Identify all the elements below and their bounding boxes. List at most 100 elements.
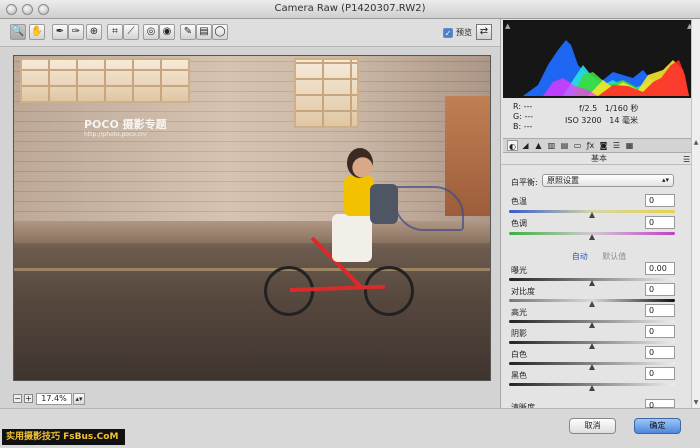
- tab-hsl-icon[interactable]: ▥: [546, 140, 557, 151]
- preview-toggle[interactable]: ✓ 预览: [443, 27, 472, 38]
- aperture: f/2.5: [579, 104, 598, 113]
- auto-link[interactable]: 自动: [572, 252, 588, 261]
- site-watermark: 实用摄影技巧 FsBus.CoM: [2, 429, 125, 445]
- contrast-label: 对比度: [511, 287, 535, 296]
- shadows-slider-thumb[interactable]: [589, 343, 595, 349]
- white-balance-select[interactable]: 原照设置 ▴▾: [542, 174, 674, 187]
- red-eye-tool-icon[interactable]: ◉: [159, 24, 175, 40]
- blacks-slider-thumb[interactable]: [589, 385, 595, 391]
- tab-lens-corrections-icon[interactable]: ▭: [572, 140, 583, 151]
- contrast-input[interactable]: 0: [645, 283, 675, 296]
- tab-basic-icon[interactable]: ◐: [507, 140, 518, 151]
- zoom-status-bar: − + 17.4% ▴▾: [0, 390, 500, 408]
- clarity-input[interactable]: 0: [645, 399, 675, 410]
- tab-snapshots-icon[interactable]: ▦: [624, 140, 635, 151]
- exposure-label: 曝光: [511, 266, 527, 275]
- whites-input[interactable]: 0: [645, 346, 675, 359]
- tab-effects-icon[interactable]: ƒx: [585, 140, 596, 151]
- exposure-input[interactable]: 0.00: [645, 262, 675, 275]
- tint-label: 色调: [511, 219, 527, 228]
- straighten-tool-icon[interactable]: ⟋: [123, 24, 139, 40]
- g-value: ---: [524, 112, 534, 121]
- whites-slider-thumb[interactable]: [589, 364, 595, 370]
- photo-child-head: [347, 148, 373, 178]
- temperature-label: 色温: [511, 197, 527, 206]
- select-chevron-icon: ▴▾: [661, 176, 669, 184]
- panel-tabs: ◐ ◢ ▲ ▥ ▤ ▭ ƒx ◙ ☰ ▦: [503, 138, 697, 153]
- tab-split-toning-icon[interactable]: ▤: [559, 140, 570, 151]
- blacks-label: 黑色: [511, 371, 527, 380]
- photo-parked-bike: [394, 186, 464, 231]
- tool-bar: 🔍 ✋ ✒ ✑ ⊕ ⌗ ⟋ ◎ ◉ ✎ ▤ ◯ ✓ 预览 ⇄: [0, 19, 500, 47]
- highlights-slider-thumb[interactable]: [589, 322, 595, 328]
- zoom-tool-icon[interactable]: 🔍: [10, 24, 26, 40]
- shadows-label: 阴影: [511, 329, 527, 338]
- defaults-link[interactable]: 默认值: [602, 252, 626, 261]
- b-value: ---: [523, 122, 533, 131]
- exposure-slider-thumb[interactable]: [589, 280, 595, 286]
- tab-detail-icon[interactable]: ▲: [533, 140, 544, 151]
- shadow-clipping-warning-icon[interactable]: ▲: [505, 22, 513, 30]
- b-label: B:: [513, 122, 522, 131]
- r-value: ---: [523, 102, 533, 111]
- white-balance-value: 原照设置: [547, 176, 579, 185]
- panel-menu-icon[interactable]: ☰: [683, 155, 690, 164]
- photo-road-line: [14, 268, 490, 271]
- photo-window-left: [20, 58, 190, 103]
- shadows-input[interactable]: 0: [645, 325, 675, 338]
- photo-window-right: [294, 58, 359, 128]
- photo-watermark-logo: POCO 摄影专题: [84, 118, 167, 131]
- radial-filter-tool-icon[interactable]: ◯: [212, 24, 228, 40]
- panel-scrollbar[interactable]: ▲ ▼: [691, 19, 700, 408]
- focal-length: 14 毫米: [609, 116, 639, 125]
- zoom-out-button[interactable]: −: [13, 394, 22, 403]
- white-balance-tool-icon[interactable]: ✒: [52, 24, 68, 40]
- hand-tool-icon[interactable]: ✋: [29, 24, 45, 40]
- temperature-slider-thumb[interactable]: [589, 212, 595, 218]
- pixel-info: R: --- G: --- B: --- f/2.5 1/160 秒 ISO 3…: [501, 99, 697, 139]
- adjustments-panel: ▲ ▲ R: --- G: --- B: --- f/2.5 1/160 秒 I…: [500, 19, 700, 412]
- auto-defaults-row: 自动 默认值: [501, 251, 697, 262]
- adjustment-brush-tool-icon[interactable]: ✎: [180, 24, 196, 40]
- zoom-dropdown-chevron-icon[interactable]: ▴▾: [73, 393, 85, 405]
- scroll-down-icon[interactable]: ▼: [692, 399, 700, 407]
- cancel-button[interactable]: 取消: [569, 418, 616, 434]
- iso-value: ISO 3200: [565, 116, 602, 125]
- photo-child-backpack: [370, 184, 398, 224]
- photo-preview[interactable]: POCO 摄影专题 http://photo.poco.cn/: [13, 55, 491, 381]
- window-title: Camera Raw (P1420307.RW2): [274, 3, 426, 14]
- color-sampler-tool-icon[interactable]: ✑: [68, 24, 84, 40]
- photo-watermark-url: http://photo.poco.cn/: [84, 131, 147, 138]
- blacks-input[interactable]: 0: [645, 367, 675, 380]
- targeted-adjustment-tool-icon[interactable]: ⊕: [86, 24, 102, 40]
- tab-tone-curve-icon[interactable]: ◢: [520, 140, 531, 151]
- scroll-up-icon[interactable]: ▲: [692, 139, 700, 147]
- white-balance-label: 白平衡:: [511, 178, 538, 187]
- section-title: 基本: [501, 153, 697, 165]
- g-label: G:: [513, 112, 522, 121]
- photo-bike-front-wheel: [364, 266, 414, 316]
- tint-input[interactable]: 0: [645, 216, 675, 229]
- histogram-graph: [523, 40, 689, 96]
- preview-label: 预览: [456, 28, 472, 37]
- highlights-label: 高光: [511, 308, 527, 317]
- window-title-bar: Camera Raw (P1420307.RW2): [0, 0, 700, 19]
- ok-button[interactable]: 确定: [634, 418, 681, 434]
- tint-slider-thumb[interactable]: [589, 234, 595, 240]
- contrast-slider-thumb[interactable]: [589, 301, 595, 307]
- graduated-filter-tool-icon[interactable]: ▤: [196, 24, 212, 40]
- fullscreen-toggle-icon[interactable]: ⇄: [476, 24, 492, 40]
- temperature-input[interactable]: 0: [645, 194, 675, 207]
- r-label: R:: [513, 102, 522, 111]
- whites-label: 白色: [511, 350, 527, 359]
- tab-camera-calibration-icon[interactable]: ◙: [598, 140, 609, 151]
- photo-child-pants: [332, 214, 372, 262]
- zoom-level[interactable]: 17.4%: [36, 393, 72, 405]
- preview-checkbox[interactable]: ✓: [443, 27, 453, 38]
- highlights-input[interactable]: 0: [645, 304, 675, 317]
- spot-removal-tool-icon[interactable]: ◎: [143, 24, 159, 40]
- tab-presets-icon[interactable]: ☰: [611, 140, 622, 151]
- crop-tool-icon[interactable]: ⌗: [107, 24, 123, 40]
- histogram: ▲ ▲: [503, 20, 698, 98]
- zoom-in-button[interactable]: +: [24, 394, 33, 403]
